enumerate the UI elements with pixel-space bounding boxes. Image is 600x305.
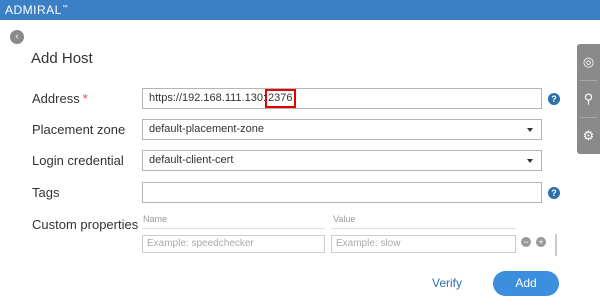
name-column-header: Name (143, 214, 168, 224)
address-help-icon[interactable]: ? (548, 93, 560, 105)
value-header-divider (331, 228, 516, 229)
custom-properties-label: Custom properties (32, 217, 139, 232)
gear-icon[interactable]: ⚙ (577, 118, 600, 154)
add-button[interactable]: Add (493, 271, 559, 296)
properties-scrollbar[interactable] (555, 234, 557, 256)
add-property-icon[interactable]: + (536, 237, 546, 247)
port-highlight: 2376 (265, 89, 296, 108)
tags-input[interactable] (142, 182, 542, 203)
address-input[interactable]: https://192.168.111.130: 2376 (142, 88, 542, 109)
page-title: Add Host (31, 50, 93, 67)
side-tab-bar: ◎ ⚲ ⚙ (577, 44, 600, 154)
top-bar: ADMIRAL™ (0, 0, 600, 20)
back-arrow-icon[interactable]: ‹ (10, 30, 24, 44)
chevron-down-icon (527, 159, 533, 163)
target-icon[interactable]: ◎ (577, 44, 600, 80)
address-label: Address * (32, 91, 88, 106)
required-marker: * (82, 91, 88, 106)
placement-zone-select[interactable]: default-placement-zone (142, 119, 542, 140)
name-header-divider (142, 228, 325, 229)
login-credential-select[interactable]: default-client-cert (142, 150, 542, 171)
property-value-input[interactable]: Example: slow (331, 235, 516, 253)
placement-zone-label: Placement zone (32, 122, 126, 137)
value-column-header: Value (333, 214, 356, 224)
login-credential-label: Login credential (32, 153, 124, 168)
chevron-down-icon (527, 128, 533, 132)
brand-logo[interactable]: ADMIRAL™ (5, 3, 68, 17)
verify-button[interactable]: Verify (432, 276, 462, 290)
property-name-input[interactable]: Example: speedchecker (142, 235, 325, 253)
remove-property-icon[interactable]: − (521, 237, 531, 247)
tags-help-icon[interactable]: ? (548, 187, 560, 199)
key-icon[interactable]: ⚲ (577, 81, 600, 117)
tags-label: Tags (32, 185, 60, 200)
